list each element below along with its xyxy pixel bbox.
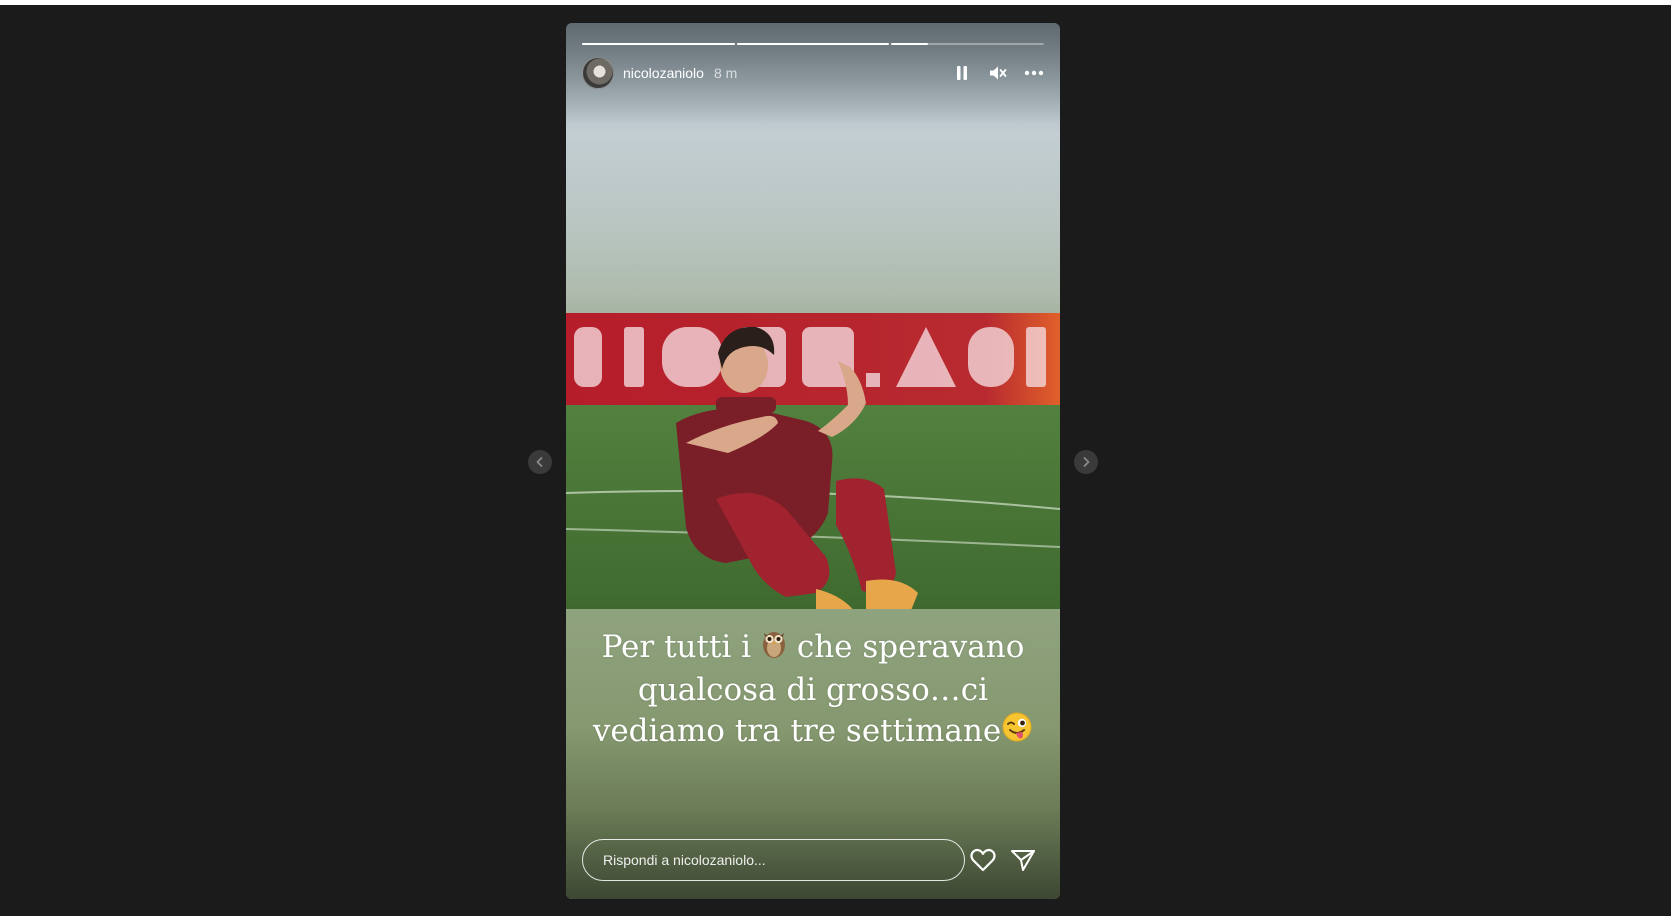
caption-text: vediamo tra tre settimane [592, 713, 1002, 749]
progress-fill [736, 43, 890, 45]
more-options-button[interactable] [1024, 63, 1044, 83]
speaker-muted-icon [990, 66, 1007, 80]
timestamp: 8 m [713, 65, 738, 81]
paper-plane-icon [1011, 850, 1035, 871]
winking-tongue-emoji [1001, 711, 1033, 754]
caption-line-1: Per tutti i che speravano [566, 627, 1060, 670]
caption-line-2: qualcosa di grosso…ci [637, 672, 989, 708]
story-caption: Per tutti i che speravano qualcosa di gr… [566, 627, 1060, 754]
mute-button[interactable] [988, 63, 1008, 83]
pause-button[interactable] [952, 63, 972, 83]
story-header: nicolozaniolo 8 m [582, 57, 1044, 89]
progress-fill [582, 43, 735, 45]
story-photo [566, 313, 1060, 609]
story-controls [952, 63, 1044, 83]
pause-icon [957, 66, 967, 80]
username[interactable]: nicolozaniolo [623, 65, 704, 81]
heart-icon [970, 848, 996, 872]
story-card[interactable]: nicolozaniolo 8 m Per tutti i che sperav… [566, 23, 1060, 899]
chevron-right-icon [1083, 457, 1090, 467]
story-progress-bars [582, 43, 1045, 45]
more-options-icon [1024, 70, 1044, 76]
chevron-left-icon [536, 457, 543, 467]
reply-input[interactable] [582, 839, 965, 881]
owl-emoji [761, 627, 787, 670]
caption-line-3: vediamo tra tre settimane [566, 711, 1060, 754]
progress-fill [891, 43, 928, 45]
avatar[interactable] [582, 57, 614, 89]
caption-text: che speravano [796, 629, 1025, 665]
progress-segment [891, 43, 1045, 45]
progress-segment [582, 43, 735, 45]
progress-segment [736, 43, 890, 45]
like-button[interactable] [969, 846, 997, 874]
caption-text: Per tutti i [601, 629, 752, 665]
previous-story-button[interactable] [528, 450, 552, 474]
injured-player-photo [566, 313, 1060, 609]
next-story-button[interactable] [1074, 450, 1098, 474]
share-button[interactable] [1009, 846, 1037, 874]
